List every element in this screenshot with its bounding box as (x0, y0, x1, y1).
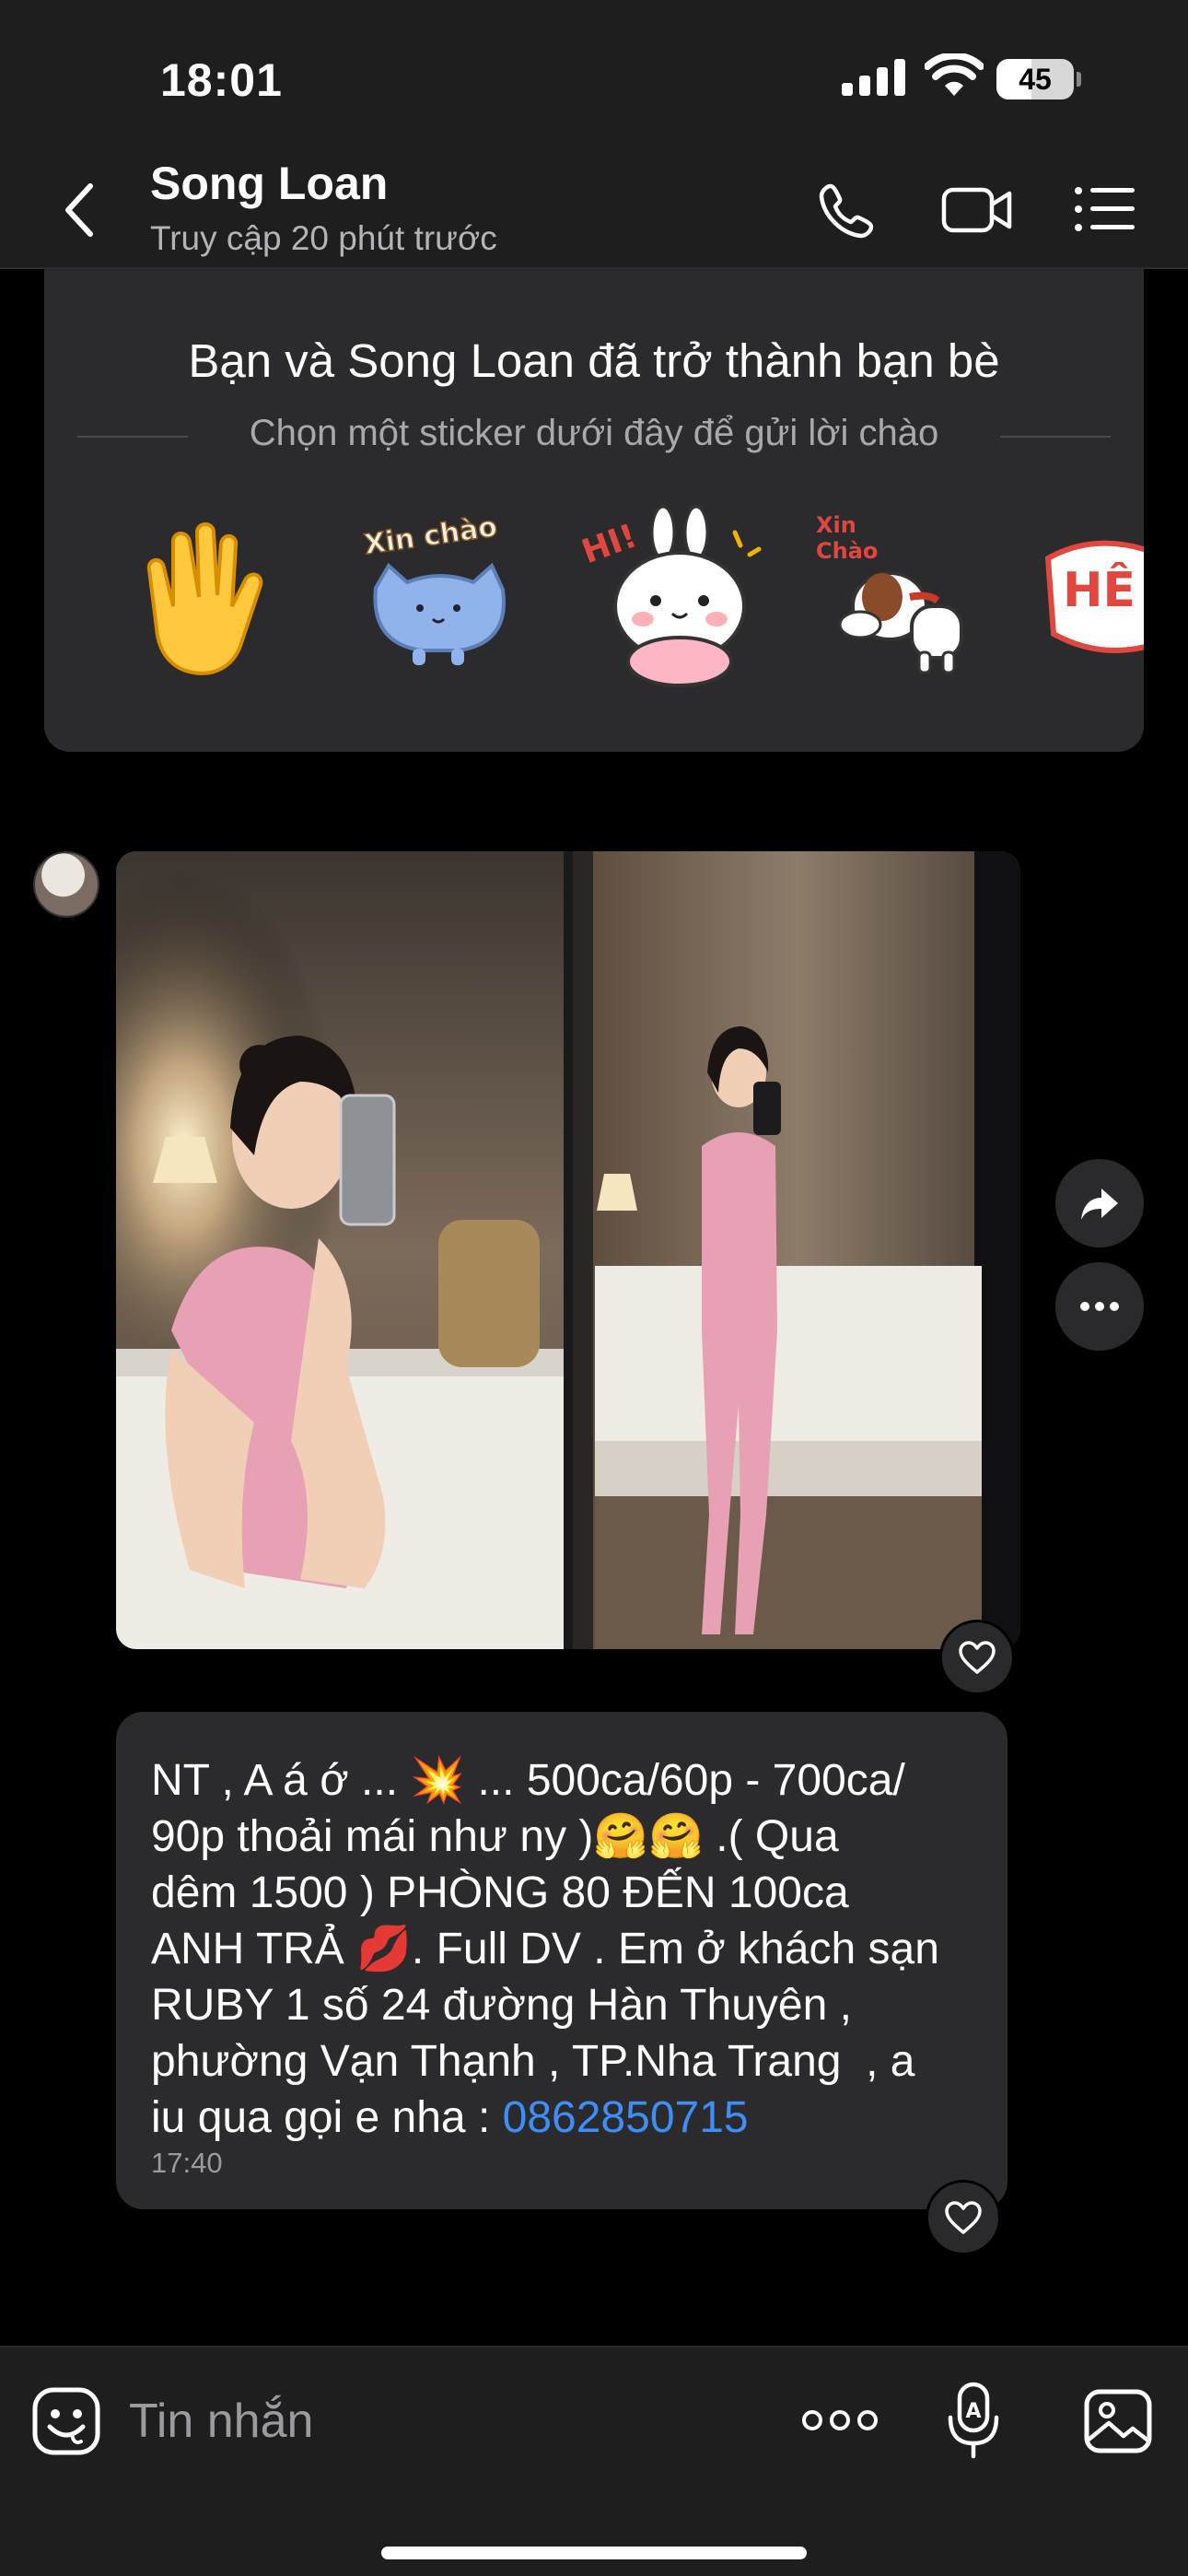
video-call-icon[interactable] (941, 181, 1013, 240)
composer-bar: A (0, 2346, 1188, 2576)
message-line: 90p thoải mái như ny )🤗🤗 .( Qua (151, 1812, 839, 1861)
waving-hand-sticker[interactable] (118, 505, 302, 689)
message-text: NT , A á ớ ... 💥 ... 500ca/60p - 700ca/ … (151, 1752, 973, 2146)
cellular-signal-icon (842, 59, 905, 96)
list-menu-icon[interactable] (1074, 186, 1135, 232)
photo-left[interactable] (116, 851, 564, 1649)
home-indicator (381, 2547, 807, 2559)
photo-reaction-button[interactable] (939, 1620, 1015, 1695)
sticker-suggestions: Xin chào HI! Xin Chào HÊ (118, 505, 1144, 689)
heart-outline-icon (959, 1641, 996, 1674)
top-bar: 18:01 45 Song Loan Truy cập 20 phút trướ… (0, 0, 1188, 269)
message-line: iu qua gọi e nha : (151, 2093, 503, 2142)
message-line: RUBY 1 số 24 đường Hàn Thuyên , (151, 1981, 852, 2030)
svg-text:Chào: Chào (816, 538, 878, 564)
svg-text:HI!: HI! (578, 517, 642, 571)
message-line: phường Vạn Thạnh , TP.Nha Trang , a (151, 2037, 915, 2086)
svg-text:A: A (965, 2400, 981, 2423)
friend-card-subtitle-row: Chọn một sticker dưới đây để gửi lời chà… (77, 413, 1111, 459)
text-message-bubble[interactable]: NT , A á ớ ... 💥 ... 500ca/60p - 700ca/ … (116, 1712, 1007, 2209)
battery-level-text: 45 (1019, 63, 1052, 96)
heart-outline-icon (945, 2201, 982, 2234)
wifi-icon (925, 53, 984, 96)
svg-text:Xin chào: Xin chào (362, 510, 499, 561)
photo-right[interactable] (573, 851, 1020, 1649)
gallery-image-icon[interactable] (1083, 2388, 1153, 2454)
xin-chao-cat-sticker[interactable]: Xin chào (348, 505, 532, 689)
friend-greeting-card: Bạn và Song Loan đã trở thành bạn bè Chọ… (44, 221, 1144, 752)
contact-name[interactable]: Song Loan (150, 157, 388, 210)
sender-avatar[interactable] (33, 851, 99, 918)
more-options-button[interactable] (1055, 1262, 1144, 1351)
hi-bunny-sticker[interactable]: HI! (578, 505, 763, 689)
message-line: dêm 1500 ) PHÒNG 80 ĐẾN 100ca (151, 1868, 849, 1917)
back-chevron-icon[interactable] (59, 181, 99, 240)
xin-chao-dog-sticker[interactable]: Xin Chào (809, 505, 993, 689)
status-time: 18:01 (160, 54, 283, 106)
message-line: NT , A á ớ ... 💥 ... 500ca/60p - 700ca/ (151, 1756, 905, 1805)
ellipsis-icon (1080, 1302, 1119, 1311)
message-reaction-button[interactable] (926, 2180, 1001, 2255)
photo-message[interactable] (116, 851, 1020, 1649)
hello-sticker[interactable]: HÊ (1039, 505, 1144, 689)
share-arrow-icon (1081, 1188, 1118, 1220)
forward-button[interactable] (1055, 1159, 1144, 1247)
friend-card-subtitle: Chọn một sticker dưới đây để gửi lời chà… (249, 413, 939, 453)
svg-text:HÊ: HÊ (1063, 562, 1136, 618)
phone-number-link[interactable]: 0862850715 (503, 2093, 749, 2142)
svg-text:Xin: Xin (816, 512, 856, 538)
more-actions-icon[interactable] (801, 2406, 879, 2434)
contact-last-seen: Truy cập 20 phút trước (150, 219, 497, 257)
phone-call-icon[interactable] (818, 181, 877, 240)
battery-indicator: 45 (996, 59, 1081, 100)
voice-to-text-mic-icon[interactable]: A (947, 2381, 1000, 2460)
message-line: ANH TRẢ 💋. Full DV . Em ở khách sạn (151, 1925, 939, 1973)
sticker-emoji-icon[interactable] (31, 2386, 101, 2456)
message-input[interactable] (129, 2384, 755, 2458)
message-timestamp: 17:40 (151, 2147, 223, 2179)
friend-card-title: Bạn và Song Loan đã trở thành bạn bè (188, 334, 1000, 387)
